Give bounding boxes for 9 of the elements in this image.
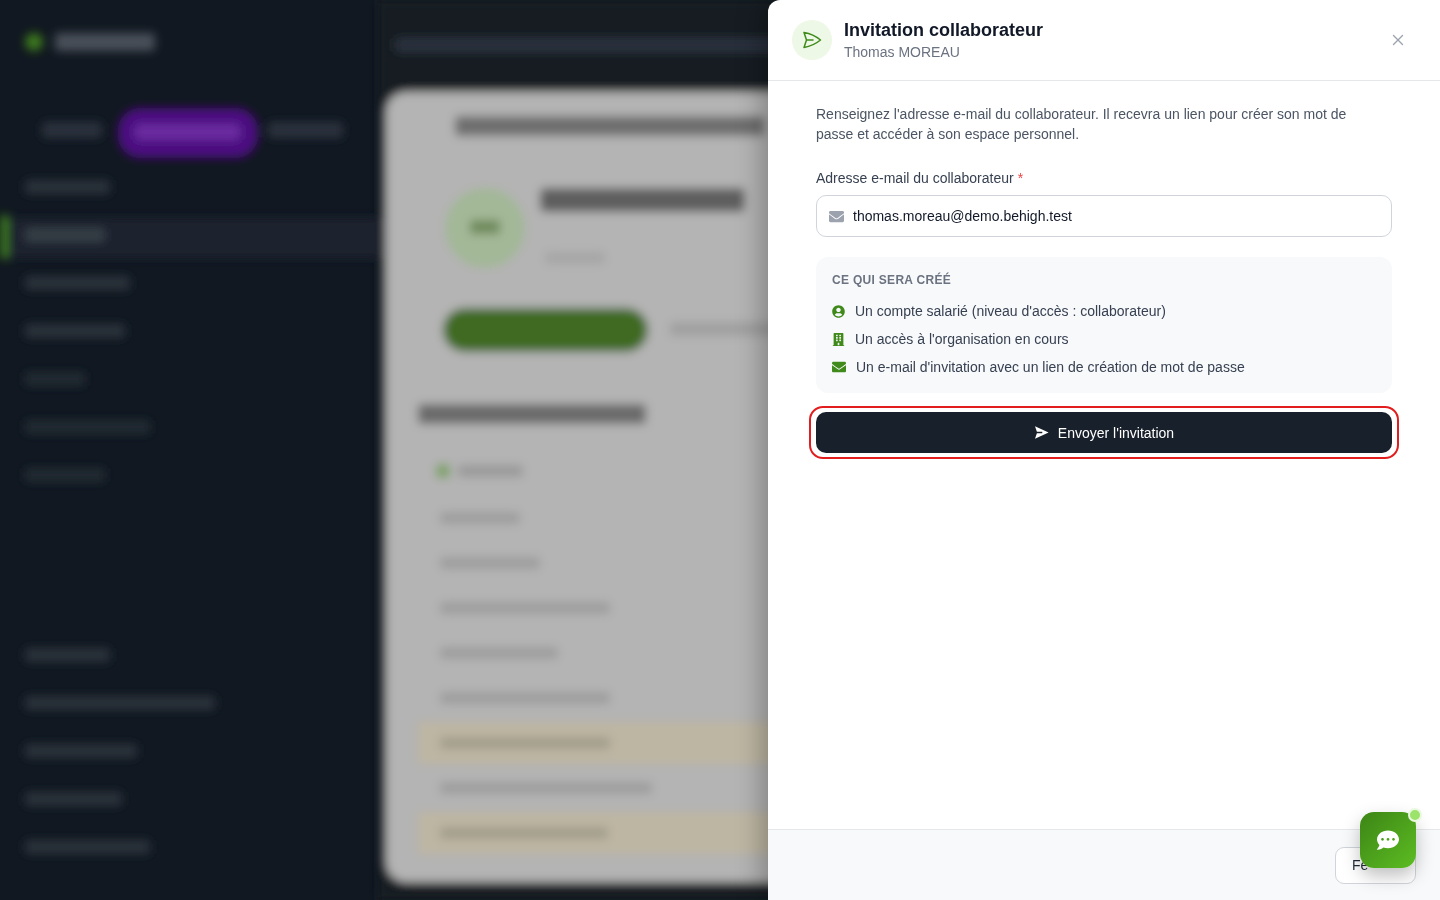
summary-item-text: Un compte salarié (niveau d'accès : collaborateur) <box>855 302 1166 321</box>
drawer-title: Invitation collaborateur <box>844 19 1044 42</box>
summary-item-text: Un accès à l'organisation en cours <box>855 330 1069 349</box>
drawer-subtitle: Thomas MOREAU <box>844 43 960 62</box>
summary-item-text: Un e-mail d'invitation avec un lien de création de mot de passe <box>856 358 1245 377</box>
required-mark: * <box>1017 169 1024 188</box>
summary-heading: CE QUI SERA CRÉÉ <box>832 273 952 287</box>
description-text: Renseignez l'adresse e-mail du collaborateur. Il recevra un lien pour créer son mot de passe et accéder à son espace personnel. <box>816 105 1348 144</box>
field-label: Adresse e-mail du collaborateur <box>816 169 1014 188</box>
